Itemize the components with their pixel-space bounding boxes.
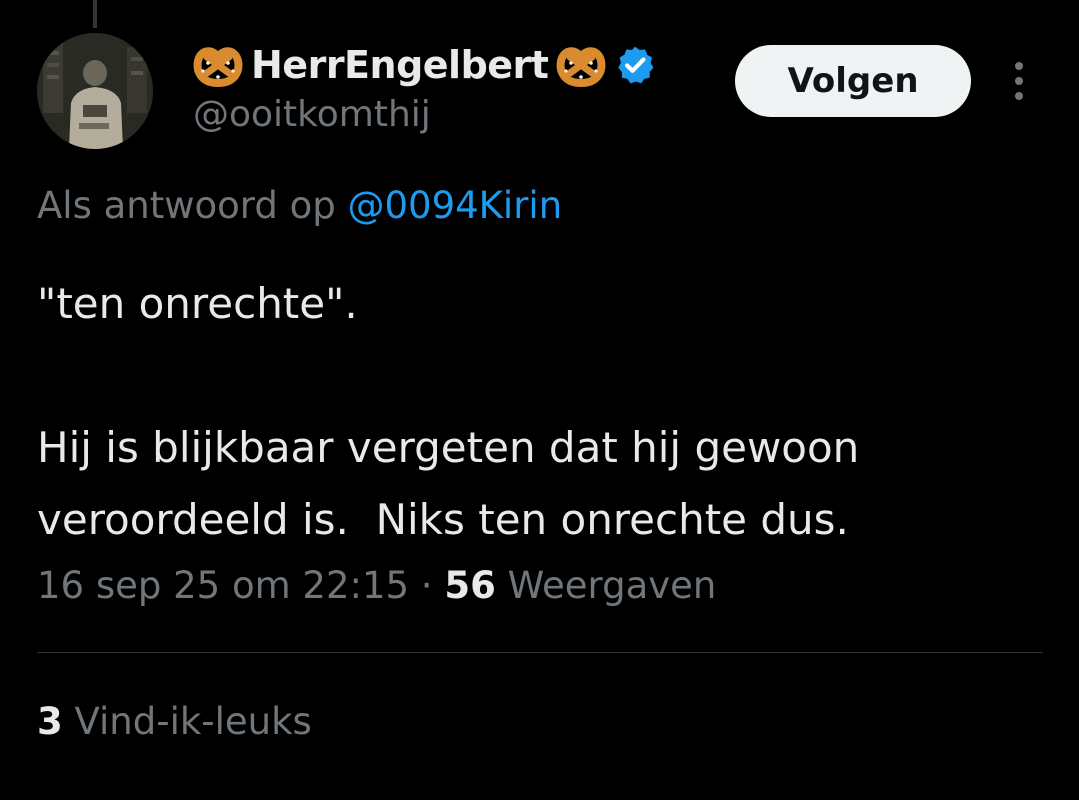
author-display-name[interactable]: HerrEngelbert xyxy=(251,43,549,87)
views-count: 56 xyxy=(444,564,496,607)
views-label: Weergaven xyxy=(507,564,717,607)
author-handle[interactable]: @ooitkomthij xyxy=(193,94,431,135)
tweet-timestamp[interactable]: 16 sep 25 om 22:15 xyxy=(37,564,409,607)
pretzel-icon xyxy=(193,43,243,87)
author-name-row: HerrEngelbert xyxy=(193,40,656,90)
reply-mention-link[interactable]: @0094Kirin xyxy=(348,184,563,227)
more-options-icon[interactable] xyxy=(1003,56,1035,106)
reply-prefix: Als antwoord op xyxy=(37,184,336,227)
dot xyxy=(1015,62,1023,70)
dot xyxy=(1015,92,1023,100)
tweet-text: "ten onrechte". Hij is blijkbaar vergete… xyxy=(37,279,860,544)
likes-summary[interactable]: 3 Vind-ik-leuks xyxy=(37,700,312,743)
pretzel-icon xyxy=(556,43,606,87)
divider xyxy=(37,652,1043,653)
tweet-meta: 16 sep 25 om 22:15 · 56 Weergaven xyxy=(37,564,716,607)
avatar-photo xyxy=(37,33,153,149)
likes-label: Vind-ik-leuks xyxy=(74,700,312,743)
reply-context: Als antwoord op @0094Kirin xyxy=(37,184,562,227)
likes-count: 3 xyxy=(37,700,63,743)
avatar[interactable] xyxy=(37,33,153,149)
follow-button[interactable]: Volgen xyxy=(735,45,971,117)
dot xyxy=(1015,77,1023,85)
verified-badge-icon[interactable] xyxy=(614,44,656,86)
meta-separator: · xyxy=(409,564,445,607)
thread-connector-line xyxy=(93,0,97,28)
